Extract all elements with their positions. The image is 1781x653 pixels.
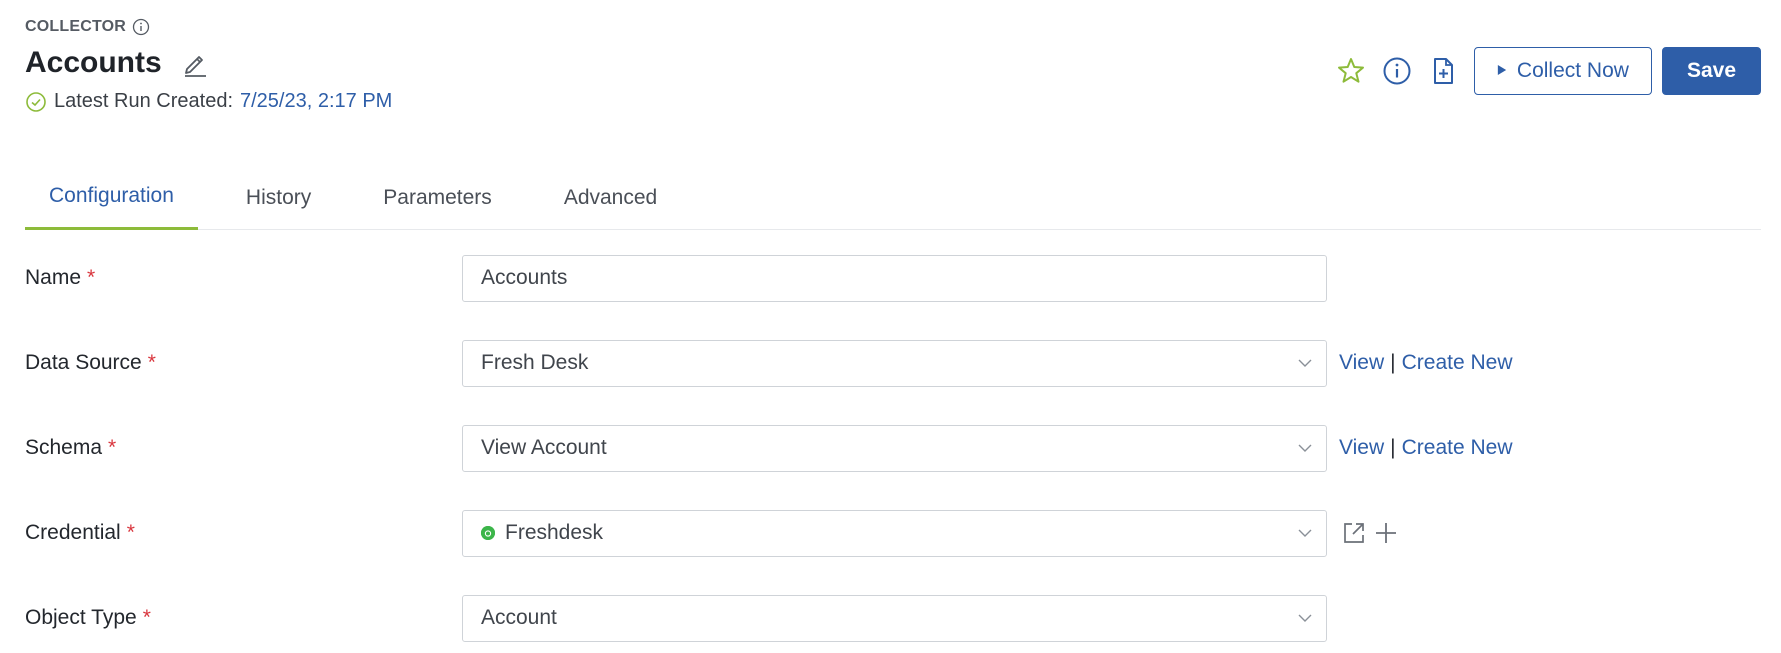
data-source-label-text: Data Source xyxy=(25,351,142,374)
object-type-label: Object Type * xyxy=(25,606,462,630)
collect-now-button[interactable]: Collect Now xyxy=(1473,47,1652,95)
header-actions: Collect Now Save xyxy=(1322,47,1761,95)
external-link-icon[interactable] xyxy=(1341,520,1367,546)
credential-label-text: Credential xyxy=(25,521,121,544)
object-type-label-text: Object Type xyxy=(25,606,137,629)
form-row-name: Name * Accounts xyxy=(25,254,1761,302)
data-source-links: View | Create New xyxy=(1339,351,1513,375)
chevron-down-icon xyxy=(1296,354,1314,372)
form-row-object-type: Object Type * Account xyxy=(25,594,1761,642)
link-separator: | xyxy=(1390,436,1396,459)
data-source-select[interactable]: Fresh Desk xyxy=(462,339,1327,387)
required-mark: * xyxy=(108,436,117,459)
credential-label: Credential * xyxy=(25,521,462,545)
credential-value: Freshdesk xyxy=(505,521,604,544)
check-circle-icon xyxy=(25,91,47,113)
required-mark: * xyxy=(126,521,135,544)
chevron-down-icon xyxy=(1296,609,1314,627)
schema-select[interactable]: View Account xyxy=(462,424,1327,472)
play-icon xyxy=(1497,59,1507,83)
tab-bar: Configuration History Parameters Advance… xyxy=(25,165,1761,230)
collector-eyebrow: COLLECTOR xyxy=(25,18,1761,36)
name-label-text: Name xyxy=(25,266,82,289)
name-input[interactable]: Accounts xyxy=(462,254,1327,302)
credential-select[interactable]: Freshdesk xyxy=(462,509,1327,557)
info-circle-icon[interactable] xyxy=(1380,54,1414,88)
data-source-label: Data Source * xyxy=(25,351,462,375)
tab-parameters[interactable]: Parameters xyxy=(359,165,516,230)
credential-actions xyxy=(1341,520,1399,546)
chevron-down-icon xyxy=(1296,439,1314,457)
eyebrow-label: COLLECTOR xyxy=(25,18,127,35)
schema-label-text: Schema xyxy=(25,436,103,459)
collect-now-label: Collect Now xyxy=(1516,59,1629,82)
schema-view-link[interactable]: View xyxy=(1339,436,1384,460)
page-title: Accounts xyxy=(25,46,162,79)
data-source-view-link[interactable]: View xyxy=(1339,351,1384,375)
data-source-create-new-link[interactable]: Create New xyxy=(1402,351,1513,375)
object-type-value: Account xyxy=(481,606,557,629)
tab-configuration[interactable]: Configuration xyxy=(25,165,198,230)
page-header: COLLECTOR Accounts Latest Run Created: 7… xyxy=(25,18,1761,128)
required-mark: * xyxy=(142,606,151,629)
save-button[interactable]: Save xyxy=(1661,47,1761,95)
name-label: Name * xyxy=(25,266,462,290)
latest-run-value: 7/25/23, 2:17 PM xyxy=(240,90,393,112)
data-source-value: Fresh Desk xyxy=(481,351,589,374)
tab-advanced[interactable]: Advanced xyxy=(540,165,681,230)
form-row-schema: Schema * View Account View | Create New xyxy=(25,424,1761,472)
object-type-select[interactable]: Account xyxy=(462,594,1327,642)
schema-label: Schema * xyxy=(25,436,462,460)
form-row-credential: Credential * Freshdesk xyxy=(25,509,1761,557)
star-icon[interactable] xyxy=(1334,54,1368,88)
required-mark: * xyxy=(87,266,96,289)
form-row-data-source: Data Source * Fresh Desk View | Create Ne… xyxy=(25,339,1761,387)
required-mark: * xyxy=(147,351,156,374)
tab-history[interactable]: History xyxy=(222,165,335,230)
link-separator: | xyxy=(1390,351,1396,374)
plus-icon[interactable] xyxy=(1373,520,1399,546)
edit-icon[interactable] xyxy=(180,48,210,78)
freshdesk-logo-icon xyxy=(481,526,495,540)
schema-value: View Account xyxy=(481,436,607,459)
name-input-value: Accounts xyxy=(481,266,568,289)
schema-links: View | Create New xyxy=(1339,436,1513,460)
info-icon[interactable] xyxy=(132,18,150,36)
latest-run-label: Latest Run Created: xyxy=(54,90,233,112)
chevron-down-icon xyxy=(1296,524,1314,542)
add-file-icon[interactable] xyxy=(1426,54,1460,88)
schema-create-new-link[interactable]: Create New xyxy=(1402,436,1513,460)
